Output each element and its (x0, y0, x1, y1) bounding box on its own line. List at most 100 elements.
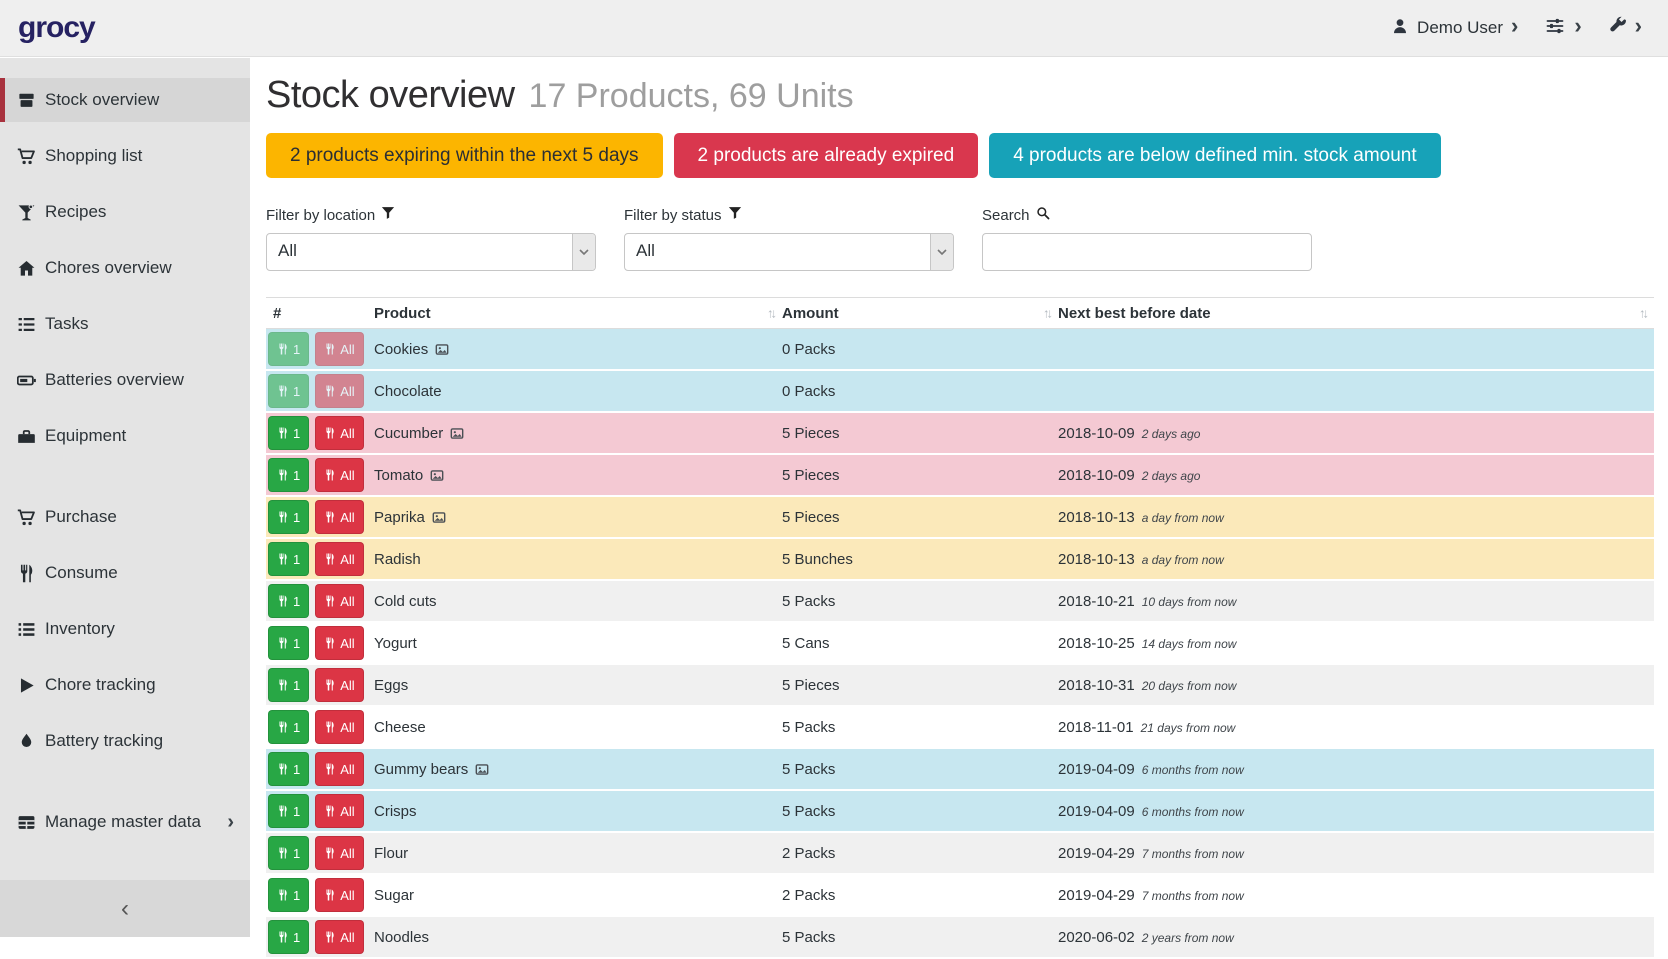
sidebar-item-label: Chores overview (45, 258, 172, 278)
table-row: 1 All Chocolate 0 Packs (266, 371, 1654, 413)
consume-all-button[interactable]: All (315, 836, 363, 870)
expired-alert[interactable]: 2 products are already expired (674, 133, 979, 178)
column-header-product[interactable]: Product ↑↓ (374, 305, 782, 322)
utensils-icon (277, 511, 289, 523)
amount-value: 5 Packs (782, 929, 1058, 946)
consume-all-button[interactable]: All (315, 416, 363, 450)
sidebar-item-tasks[interactable]: Tasks (0, 302, 250, 346)
consume-one-button[interactable]: 1 (268, 500, 309, 534)
table-row: 1 All Noodles 5 Packs 2020-06-02 2 years… (266, 917, 1654, 959)
best-before-date: 2018-10-09 (1058, 467, 1135, 484)
consume-all-button[interactable]: All (315, 542, 363, 576)
consume-one-button[interactable]: 1 (268, 458, 309, 492)
list-icon (16, 619, 36, 639)
sidebar-item-label: Stock overview (45, 90, 159, 110)
sidebar-item-consume[interactable]: Consume (0, 551, 250, 595)
consume-one-button[interactable]: 1 (268, 626, 309, 660)
sidebar-item-label: Inventory (45, 619, 115, 639)
consume-one-button[interactable]: 1 (268, 836, 309, 870)
consume-one-button[interactable]: 1 (268, 374, 309, 408)
sidebar-item-batteries-overview[interactable]: Batteries overview (0, 358, 250, 402)
picture-icon[interactable] (432, 511, 446, 524)
sidebar-item-stock-overview[interactable]: Stock overview (0, 78, 250, 122)
consume-all-button[interactable]: All (315, 332, 363, 366)
app-logo[interactable]: grocy (18, 11, 95, 45)
consume-all-button[interactable]: All (315, 626, 363, 660)
utensils-icon (324, 385, 336, 397)
admin-menu[interactable]: › (1608, 16, 1642, 40)
sidebar-item-equipment[interactable]: Equipment (0, 414, 250, 458)
table-icon (16, 812, 36, 832)
column-header-hash: # (266, 305, 374, 322)
amount-value: 5 Packs (782, 803, 1058, 820)
sort-icon[interactable]: ↑↓ (1639, 306, 1646, 321)
best-before-date: 2018-10-13 (1058, 551, 1135, 568)
sidebar-item-purchase[interactable]: Purchase (0, 495, 250, 539)
cart-icon (16, 146, 36, 166)
utensils-icon (277, 847, 289, 859)
user-menu[interactable]: Demo User › (1391, 17, 1518, 40)
sidebar-item-battery-tracking[interactable]: Battery tracking (0, 719, 250, 763)
best-before-date: 2018-10-21 (1058, 593, 1135, 610)
picture-icon[interactable] (475, 763, 489, 776)
sort-icon[interactable]: ↑↓ (1043, 306, 1050, 321)
column-header-date[interactable]: Next best before date ↑↓ (1058, 305, 1654, 322)
sidebar-item-chore-tracking[interactable]: Chore tracking (0, 663, 250, 707)
consume-all-button[interactable]: All (315, 668, 363, 702)
consume-one-button[interactable]: 1 (268, 920, 309, 954)
amount-value: 0 Packs (782, 383, 1058, 400)
location-filter-select[interactable]: All (266, 233, 596, 271)
best-before-note: 7 months from now (1142, 889, 1244, 903)
best-before-note: 7 months from now (1142, 847, 1244, 861)
sidebar-item-chores-overview[interactable]: Chores overview (0, 246, 250, 290)
sidebar-collapse-button[interactable]: ‹ (0, 880, 250, 937)
consume-one-button[interactable]: 1 (268, 794, 309, 828)
sidebar-nav: Stock overview Shopping list Recipes Chores… (0, 58, 250, 844)
amount-value: 5 Pieces (782, 509, 1058, 526)
product-name: Gummy bears (374, 761, 468, 778)
consume-all-button[interactable]: All (315, 500, 363, 534)
utensils-icon (324, 553, 336, 565)
picture-icon[interactable] (435, 343, 449, 356)
sidebar-item-shopping-list[interactable]: Shopping list (0, 134, 250, 178)
amount-value: 0 Packs (782, 341, 1058, 358)
column-header-amount[interactable]: Amount ↑↓ (782, 305, 1058, 322)
user-name-label: Demo User (1417, 18, 1503, 38)
sliders-icon (1544, 16, 1566, 41)
consume-one-button[interactable]: 1 (268, 416, 309, 450)
sidebar-item-inventory[interactable]: Inventory (0, 607, 250, 651)
consume-one-button[interactable]: 1 (268, 584, 309, 618)
status-filter-select[interactable]: All (624, 233, 954, 271)
sidebar-item-manage-master-data[interactable]: Manage master data› (0, 800, 250, 844)
sidebar-item-label: Tasks (45, 314, 88, 334)
table-row: 1 All Cheese 5 Packs 2018-11-01 21 days … (266, 707, 1654, 749)
consume-all-button[interactable]: All (315, 584, 363, 618)
consume-one-button[interactable]: 1 (268, 752, 309, 786)
consume-one-button[interactable]: 1 (268, 878, 309, 912)
consume-one-button[interactable]: 1 (268, 542, 309, 576)
expiring-alert[interactable]: 2 products expiring within the next 5 da… (266, 133, 663, 178)
search-input[interactable] (982, 233, 1312, 271)
best-before-date: 2019-04-29 (1058, 845, 1135, 862)
consume-all-button[interactable]: All (315, 794, 363, 828)
consume-one-button[interactable]: 1 (268, 710, 309, 744)
utensils-icon (277, 427, 289, 439)
below-min-stock-alert[interactable]: 4 products are below defined min. stock … (989, 133, 1440, 178)
picture-icon[interactable] (430, 469, 444, 482)
consume-one-button[interactable]: 1 (268, 668, 309, 702)
consume-one-button[interactable]: 1 (268, 332, 309, 366)
picture-icon[interactable] (450, 427, 464, 440)
search-icon (1036, 206, 1050, 224)
consume-all-button[interactable]: All (315, 458, 363, 492)
settings-menu[interactable]: › (1544, 16, 1581, 41)
sort-icon[interactable]: ↑↓ (767, 306, 774, 321)
consume-all-button[interactable]: All (315, 920, 363, 954)
page-subtitle: 17 Products, 69 Units (529, 77, 854, 116)
consume-all-button[interactable]: All (315, 710, 363, 744)
sidebar-item-recipes[interactable]: Recipes (0, 190, 250, 234)
consume-all-button[interactable]: All (315, 374, 363, 408)
utensils-icon (324, 763, 336, 775)
sidebar-item-label: Chore tracking (45, 675, 156, 695)
consume-all-button[interactable]: All (315, 878, 363, 912)
consume-all-button[interactable]: All (315, 752, 363, 786)
